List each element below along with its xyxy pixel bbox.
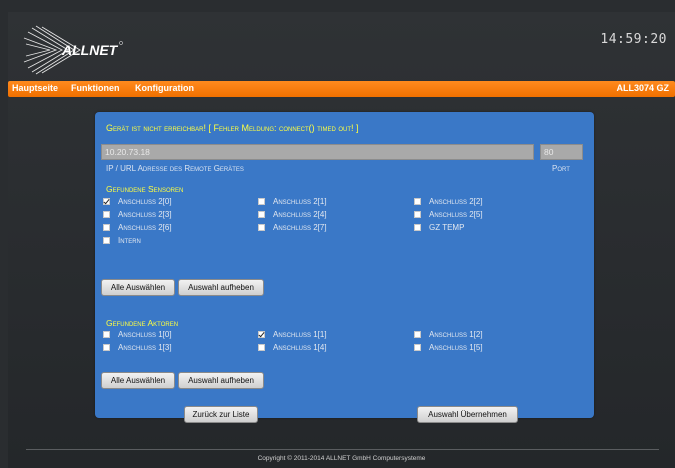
checkbox-row[interactable]: Anschluß 2[1]: [258, 197, 327, 206]
checkbox-row[interactable]: Anschluß 2[6]: [103, 223, 172, 232]
checkbox-label: Anschluß 2[2]: [429, 197, 483, 206]
remote-device-panel: Gerät ist nicht erreichbar! [ Fehler Mel…: [95, 112, 594, 423]
nav-konfiguration[interactable]: Konfiguration: [135, 83, 194, 93]
copyright-footer: Copyright © 2011-2014 ALLNET GmbH Comput…: [257, 455, 426, 462]
error-message: Gerät ist nicht erreichbar! [ Fehler Mel…: [106, 123, 359, 133]
checkbox[interactable]: [258, 331, 265, 338]
checkbox-row[interactable]: Anschluß 2[7]: [258, 223, 327, 232]
checkbox[interactable]: [103, 224, 110, 231]
checkbox-label: GZ TEMP: [429, 223, 465, 232]
checkbox[interactable]: [103, 344, 110, 351]
checkbox-row[interactable]: Intern: [103, 236, 141, 245]
clock: 14:59:20: [600, 32, 667, 47]
checkbox-row[interactable]: Anschluß 1[1]: [258, 330, 327, 339]
checkbox-label: Anschluß 1[1]: [273, 330, 327, 339]
ip-url-input[interactable]: [101, 144, 534, 160]
ip-url-label: IP / URL Adresse des Remote Gerätes: [106, 164, 244, 173]
checkbox[interactable]: [414, 198, 421, 205]
checkbox-label: Anschluß 2[0]: [118, 197, 172, 206]
footer-divider: [26, 449, 659, 450]
checkbox-label: Anschluß 1[0]: [118, 330, 172, 339]
checkbox-label: Anschluß 1[2]: [429, 330, 483, 339]
back-to-list-button[interactable]: Zurück zur Liste: [184, 406, 258, 423]
nav-hauptseite[interactable]: Hauptseite: [12, 83, 58, 93]
checkbox[interactable]: [258, 344, 265, 351]
sensors-title: Gefundene Sensoren: [106, 184, 184, 194]
checkbox[interactable]: [103, 211, 110, 218]
checkbox-row[interactable]: Anschluß 2[5]: [414, 210, 483, 219]
checkbox-row[interactable]: Anschluß 2[0]: [103, 197, 172, 206]
checkbox-label: Anschluß 2[5]: [429, 210, 483, 219]
checkbox[interactable]: [103, 331, 110, 338]
allnet-logo: ALLNET: [23, 25, 123, 75]
checkbox[interactable]: [414, 211, 421, 218]
port-label: Port: [552, 164, 570, 173]
checkbox-label: Anschluß 2[4]: [273, 210, 327, 219]
checkbox-label: Anschluß 1[3]: [118, 343, 172, 352]
checkbox-row[interactable]: Anschluß 2[2]: [414, 197, 483, 206]
checkbox-label: Intern: [118, 236, 141, 245]
checkbox[interactable]: [258, 198, 265, 205]
checkbox[interactable]: [414, 331, 421, 338]
checkbox[interactable]: [103, 237, 110, 244]
checkbox-label: Anschluß 1[4]: [273, 343, 327, 352]
checkbox[interactable]: [414, 344, 421, 351]
checkbox-row[interactable]: GZ TEMP: [414, 223, 464, 232]
checkbox-label: Anschluß 2[1]: [273, 197, 327, 206]
checkbox[interactable]: [103, 198, 110, 205]
nav-bar: Hauptseite Funktionen Konfiguration ALL3…: [8, 81, 675, 97]
checkbox-label: Anschluß 2[7]: [273, 223, 327, 232]
checkbox-row[interactable]: Anschluß 1[3]: [103, 343, 172, 352]
app-frame: ALLNET 14:59:20 Hauptseite Funktionen Ko…: [8, 12, 675, 468]
actors-select-all-button[interactable]: Alle Auswählen: [101, 372, 175, 389]
checkbox-row[interactable]: Anschluß 1[0]: [103, 330, 172, 339]
actors-title: Gefundene Aktoren: [106, 318, 179, 328]
checkbox-row[interactable]: Anschluß 2[3]: [103, 210, 172, 219]
checkbox[interactable]: [258, 224, 265, 231]
sensors-deselect-button[interactable]: Auswahl aufheben: [178, 279, 264, 296]
logo-text: ALLNET: [61, 42, 119, 58]
checkbox-row[interactable]: Anschluß 2[4]: [258, 210, 327, 219]
checkbox-label: Anschluß 2[3]: [118, 210, 172, 219]
checkbox-row[interactable]: Anschluß 1[2]: [414, 330, 483, 339]
checkbox-row[interactable]: Anschluß 1[5]: [414, 343, 483, 352]
checkbox-row[interactable]: Anschluß 1[4]: [258, 343, 327, 352]
checkbox-label: Anschluß 1[5]: [429, 343, 483, 352]
checkbox-label: Anschluß 2[6]: [118, 223, 172, 232]
device-name: ALL3074 GZ: [616, 83, 669, 93]
checkbox[interactable]: [258, 211, 265, 218]
checkbox[interactable]: [414, 224, 421, 231]
apply-selection-button[interactable]: Auswahl Übernehmen: [417, 406, 518, 423]
nav-funktionen[interactable]: Funktionen: [71, 83, 120, 93]
port-input[interactable]: [540, 144, 583, 160]
actors-deselect-button[interactable]: Auswahl aufheben: [178, 372, 264, 389]
sensors-select-all-button[interactable]: Alle Auswählen: [101, 279, 175, 296]
